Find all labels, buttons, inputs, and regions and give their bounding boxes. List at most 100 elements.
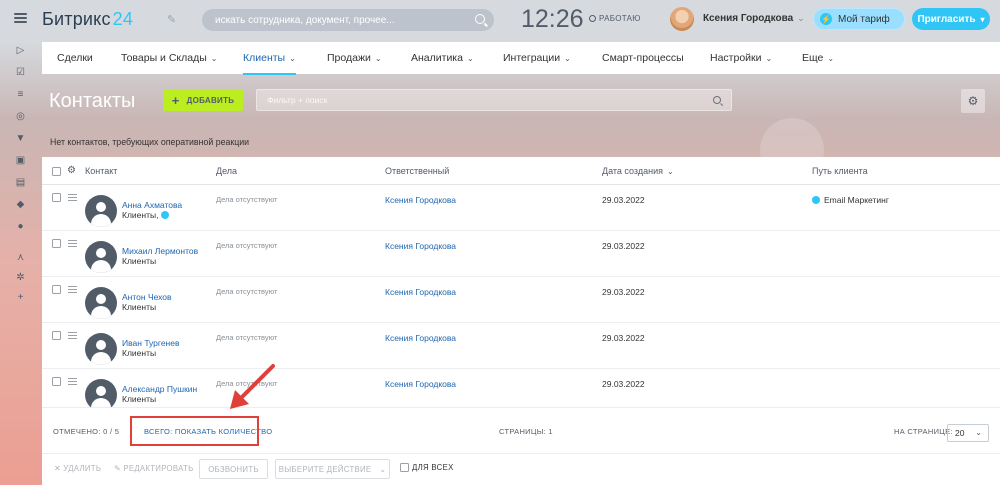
sitemap-icon[interactable]: ⋏ — [15, 253, 26, 263]
deals-cell: Дела отсутствуют — [216, 287, 278, 296]
tab-more[interactable]: Еще ⌄ — [802, 52, 834, 64]
tab-analytics[interactable]: Аналитика ⌄ — [411, 52, 474, 64]
contact-center-icon[interactable]: ▣ — [15, 156, 26, 166]
row-checkbox[interactable] — [52, 331, 61, 340]
row-checkbox[interactable] — [52, 285, 61, 294]
telegram-icon — [161, 211, 170, 219]
contact-name[interactable]: Александр Пушкин — [122, 384, 197, 394]
plus-icon[interactable]: + — [15, 293, 26, 303]
row-menu-icon[interactable] — [68, 240, 77, 249]
created-date: 29.03.2022 — [602, 241, 645, 251]
menu-icon[interactable] — [14, 13, 27, 23]
tasks-icon[interactable]: ☑ — [15, 68, 26, 78]
responsible-link[interactable]: Ксения Городкова — [385, 287, 456, 297]
deals-cell: Дела отсутствуют — [216, 379, 278, 388]
feed-icon[interactable]: ▷ — [15, 46, 26, 56]
edit-button[interactable]: ✎ РЕДАКТИРОВАТЬ — [114, 464, 194, 473]
marketing-icon[interactable]: ◎ — [15, 112, 26, 122]
radio-icon — [589, 15, 596, 22]
contact-type: Клиенты — [122, 348, 157, 358]
table-row[interactable]: Иван Тургенев Клиенты Дела отсутствуют К… — [42, 323, 1000, 369]
gear-icon: ⚙ — [967, 94, 979, 108]
contact-name[interactable]: Антон Чехов — [122, 292, 172, 302]
contact-name[interactable]: Анна Ахматова — [122, 200, 182, 210]
grid-header: ⚙ Контакт Дела Ответственный Дата создан… — [42, 157, 1000, 185]
tab-label: Еще — [802, 52, 824, 64]
user-menu[interactable]: Ксения Городкова ⌄ — [703, 13, 805, 24]
grid-footer: ОТМЕЧЕНО: 0 / 5 ВСЕГО: ПОКАЗАТЬ КОЛИЧЕСТ… — [42, 407, 1000, 453]
tab-label: Аналитика — [411, 52, 463, 64]
crm-tabs: Сделки Товары и Склады ⌄ Клиенты ⌄ Продажи… — [42, 42, 1000, 75]
responsible-link[interactable]: Ксения Городкова — [385, 379, 456, 389]
table-row[interactable]: Михаил Лермонтов Клиенты Дела отсутствую… — [42, 231, 1000, 277]
tab-products[interactable]: Товары и Склады ⌄ — [121, 52, 217, 64]
row-checkbox[interactable] — [52, 193, 61, 202]
inventory-icon[interactable]: ▤ — [15, 178, 26, 188]
action-select-label: ВЫБЕРИТЕ ДЕЙСТВИЕ — [278, 464, 372, 474]
row-checkbox[interactable] — [52, 239, 61, 248]
filter-search-input[interactable]: Фильтр + поиск — [256, 89, 732, 111]
tab-integrations[interactable]: Интеграции ⌄ — [503, 52, 571, 64]
tab-smart-processes[interactable]: Смарт-процессы — [602, 52, 684, 64]
column-deals[interactable]: Дела — [216, 166, 237, 176]
row-checkbox[interactable] — [52, 377, 61, 386]
annotation-highlight-box — [130, 416, 259, 446]
clock: 12:26 — [521, 5, 584, 33]
settings-gear-button[interactable]: ⚙ — [961, 89, 985, 113]
user-avatar[interactable] — [670, 7, 694, 31]
pages-label: СТРАНИЦЫ: 1 — [499, 427, 553, 436]
tab-label: Клиенты — [243, 52, 286, 64]
row-menu-icon[interactable] — [68, 378, 77, 387]
column-responsible[interactable]: Ответственный — [385, 166, 449, 176]
tariff-label: Мой тариф — [838, 13, 890, 25]
action-select[interactable]: ВЫБЕРИТЕ ДЕЙСТВИЕ ⌄ — [275, 459, 390, 479]
delete-button[interactable]: ✕ УДАЛИТЬ — [54, 464, 101, 473]
pencil-icon[interactable]: ✎ — [167, 13, 176, 26]
tariff-button[interactable]: ⚡ Мой тариф — [813, 8, 905, 30]
crm-icon[interactable]: ≡ — [15, 90, 26, 100]
add-contact-button[interactable]: + ДОБАВИТЬ — [163, 89, 243, 111]
user-name: Ксения Городкова — [703, 13, 794, 24]
counter-notice: Нет контактов, требующих оперативной реа… — [50, 137, 250, 147]
search-input[interactable]: искать сотрудника, документ, прочее... — [202, 9, 494, 31]
gear-icon[interactable]: ⚙ — [67, 165, 76, 176]
logo[interactable]: Битрикс 24 — [42, 9, 133, 30]
table-row[interactable]: Анна Ахматова Клиенты, Дела отсутствуют … — [42, 185, 1000, 231]
row-menu-icon[interactable] — [68, 194, 77, 203]
pencil-icon: ✎ — [114, 464, 124, 473]
per-page-select[interactable]: 20 ⌄ — [947, 424, 989, 442]
tab-settings[interactable]: Настройки ⌄ — [710, 52, 772, 64]
responsible-link[interactable]: Ксения Городкова — [385, 333, 456, 343]
work-status-label: РАБОТАЮ — [599, 14, 641, 23]
responsible-link[interactable]: Ксения Городкова — [385, 241, 456, 251]
shop-icon[interactable]: ▼ — [15, 134, 26, 144]
chat-icon[interactable]: ● — [15, 222, 26, 232]
column-contact[interactable]: Контакт — [85, 166, 117, 176]
contact-name[interactable]: Михаил Лермонтов — [122, 246, 198, 256]
responsible-link[interactable]: Ксения Городкова — [385, 195, 456, 205]
search-icon — [713, 96, 721, 104]
box-icon[interactable]: ◆ — [15, 200, 26, 210]
tab-deals[interactable]: Сделки — [57, 52, 93, 64]
tab-clients[interactable]: Клиенты ⌄ — [243, 52, 296, 75]
tab-label: Сделки — [57, 52, 93, 64]
contact-type: Клиенты, — [122, 210, 170, 220]
column-path[interactable]: Путь клиента — [812, 166, 868, 176]
select-all-checkbox[interactable] — [52, 167, 61, 176]
work-status[interactable]: РАБОТАЮ — [589, 14, 641, 23]
tab-label: Товары и Склады — [121, 52, 207, 64]
contact-name[interactable]: Иван Тургенев — [122, 338, 180, 348]
contact-type: Клиенты — [122, 394, 157, 404]
checkbox[interactable] — [400, 463, 409, 472]
delete-label: УДАЛИТЬ — [63, 464, 102, 473]
table-row[interactable]: Антон Чехов Клиенты Дела отсутствуют Ксе… — [42, 277, 1000, 323]
call-button[interactable]: ОБЗВОНИТЬ — [199, 459, 268, 479]
star-icon[interactable]: ☆ — [123, 96, 134, 110]
column-created[interactable]: Дата создания ⌄ — [602, 166, 674, 176]
row-menu-icon[interactable] — [68, 286, 77, 295]
tab-sales[interactable]: Продажи ⌄ — [327, 52, 382, 64]
invite-button[interactable]: Пригласить ▾ — [912, 8, 990, 30]
gear-icon[interactable]: ✲ — [15, 273, 26, 283]
for-all-checkbox[interactable]: ДЛЯ ВСЕХ — [400, 463, 454, 472]
row-menu-icon[interactable] — [68, 332, 77, 341]
